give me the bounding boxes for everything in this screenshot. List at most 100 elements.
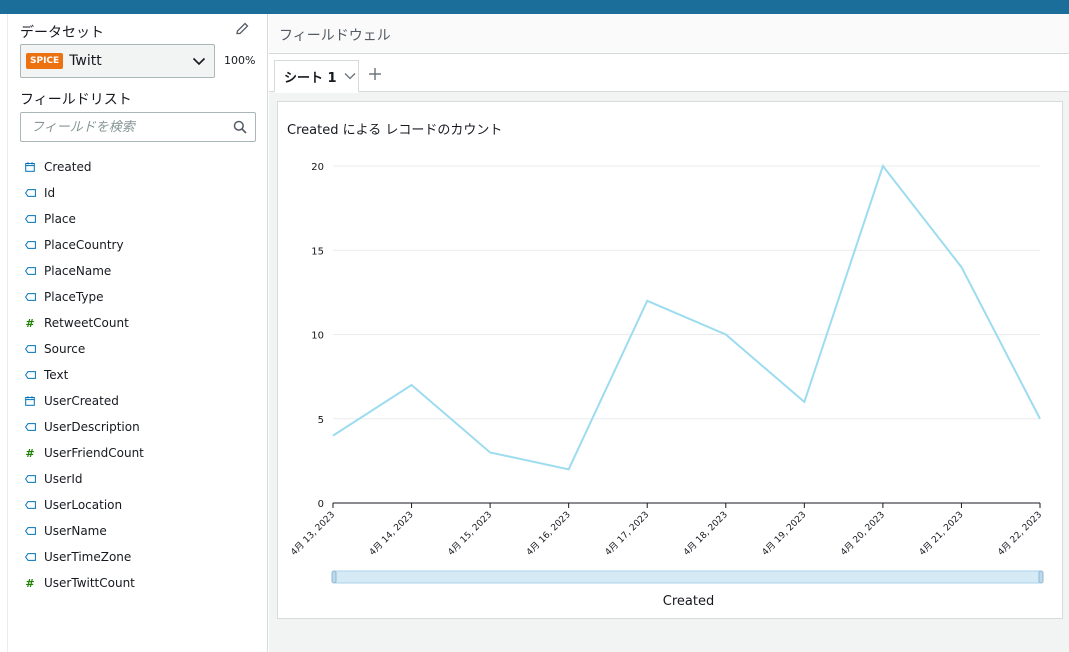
field-item-label: Place: [44, 212, 76, 226]
calendar-icon: [24, 395, 36, 407]
x-tick-label: 4月 17, 2023: [603, 509, 652, 558]
y-tick-label: 20: [311, 162, 324, 173]
field-item-label: UserId: [44, 472, 83, 486]
string-field-icon: [24, 291, 36, 303]
field-item[interactable]: PlaceName: [24, 258, 264, 284]
field-item-label: Created: [44, 160, 92, 174]
field-item-label: PlaceCountry: [44, 238, 124, 252]
field-item[interactable]: UserId: [24, 466, 264, 492]
x-axis-title: Created: [663, 594, 714, 609]
field-item[interactable]: UserLocation: [24, 492, 264, 518]
data-point: [331, 434, 335, 438]
string-field-icon: [24, 239, 36, 251]
string-field-icon: [24, 265, 36, 277]
string-field-icon: [24, 213, 36, 225]
add-sheet-icon[interactable]: [367, 66, 383, 82]
data-point: [645, 299, 649, 303]
field-list: Created Id Place PlaceCountry PlaceName Place…: [24, 154, 264, 596]
field-item-label: UserCreated: [44, 394, 119, 408]
range-handle-left[interactable]: [331, 570, 337, 584]
series-line: [332, 163, 1041, 471]
string-field-icon: [24, 421, 36, 433]
dataset-title: データセット: [20, 25, 104, 41]
spice-badge: SPICE: [26, 53, 64, 69]
field-item-label: Id: [44, 186, 56, 200]
main-area: フィールドウェル シート 1 Created による レコードのカウント 051…: [269, 14, 1069, 652]
field-item[interactable]: Created: [24, 154, 264, 180]
tab-label: シート 1: [284, 70, 337, 86]
x-tick-label: 4月 19, 2023: [760, 509, 809, 558]
field-wells-label: フィールドウェル: [279, 28, 391, 44]
line-chart: 0 5 10 15 20 4月 13, 2023 4月 14, 2023 4月 15, 202…: [289, 162, 1045, 609]
sheet-tabs: シート 1: [269, 54, 1069, 93]
field-item[interactable]: # RetweetCount: [24, 310, 264, 336]
field-item-label: UserTwittCount: [44, 576, 135, 590]
x-tick-label: 4月 13, 2023: [289, 509, 338, 558]
y-tick-label: 10: [311, 331, 324, 342]
x-tick-label: 4月 18, 2023: [681, 509, 730, 558]
data-point: [488, 450, 492, 454]
field-item[interactable]: PlaceCountry: [24, 232, 264, 258]
field-item-label: UserDescription: [44, 420, 140, 434]
x-tick-label: 4月 22, 2023: [996, 509, 1045, 558]
sidebar: データセット SPICE Twitt 100% フィールドリスト Created…: [8, 14, 268, 652]
field-item-label: UserLocation: [44, 498, 123, 512]
tab-sheet-1[interactable]: シート 1: [274, 60, 359, 93]
field-item[interactable]: UserCreated: [24, 388, 264, 414]
y-tick-label: 5: [318, 415, 324, 426]
field-item-label: RetweetCount: [44, 316, 129, 330]
field-item-label: Source: [44, 342, 86, 356]
field-list-title: フィールドリスト: [20, 92, 132, 108]
string-field-icon: [24, 187, 36, 199]
field-search-input[interactable]: [21, 113, 221, 141]
field-item-label: Text: [44, 368, 69, 382]
string-field-icon: [24, 343, 36, 355]
number-field-icon: #: [25, 316, 35, 330]
x-tick-label: 4月 16, 2023: [524, 509, 573, 558]
field-item[interactable]: Source: [24, 336, 264, 362]
field-item[interactable]: Text: [24, 362, 264, 388]
field-item[interactable]: # UserFriendCount: [24, 440, 264, 466]
string-field-icon: [24, 499, 36, 511]
data-point: [567, 467, 571, 471]
field-search: [20, 112, 256, 142]
field-item[interactable]: Place: [24, 206, 264, 232]
range-handle-right[interactable]: [1038, 570, 1044, 584]
field-item-label: PlaceType: [44, 290, 104, 304]
string-field-icon: [24, 369, 36, 381]
field-item-label: UserFriendCount: [44, 446, 144, 460]
y-tick-label: 15: [311, 246, 324, 257]
field-item[interactable]: UserName: [24, 518, 264, 544]
pencil-icon[interactable]: [234, 21, 250, 37]
field-item[interactable]: UserDescription: [24, 414, 264, 440]
data-point: [724, 333, 728, 337]
string-field-icon: [24, 525, 36, 537]
dataset-name: Twitt: [69, 53, 102, 69]
field-item[interactable]: Id: [24, 180, 264, 206]
search-icon[interactable]: [233, 120, 247, 134]
data-point: [959, 265, 963, 269]
number-field-icon: #: [25, 446, 35, 460]
field-wells-bar[interactable]: フィールドウェル: [269, 14, 1069, 54]
number-field-icon: #: [25, 576, 35, 590]
chevron-down-icon[interactable]: [343, 69, 357, 83]
string-field-icon: [24, 473, 36, 485]
x-tick-label: 4月 21, 2023: [917, 509, 966, 558]
y-tick-label: 0: [318, 499, 324, 510]
collapsed-left-panel[interactable]: [0, 14, 8, 652]
line-chart-visual[interactable]: Created による レコードのカウント 0 5 10 15 20 4月 13, 202…: [277, 101, 1063, 619]
x-tick-label: 4月 14, 2023: [367, 509, 416, 558]
x-tick-label: 4月 20, 2023: [838, 509, 887, 558]
field-item[interactable]: # UserTwittCount: [24, 570, 264, 596]
field-item[interactable]: PlaceType: [24, 284, 264, 310]
top-bar: [0, 0, 1069, 14]
sheet-canvas: Created による レコードのカウント 0 5 10 15 20 4月 13, 202…: [269, 93, 1069, 652]
range-scrollbar[interactable]: [332, 570, 1043, 584]
dataset-select[interactable]: SPICE Twitt: [20, 44, 215, 78]
field-item[interactable]: UserTimeZone: [24, 544, 264, 570]
calendar-icon: [24, 161, 36, 173]
field-item-label: UserName: [44, 524, 107, 538]
data-point: [1038, 417, 1042, 421]
data-point: [881, 164, 885, 168]
data-point: [410, 383, 414, 387]
